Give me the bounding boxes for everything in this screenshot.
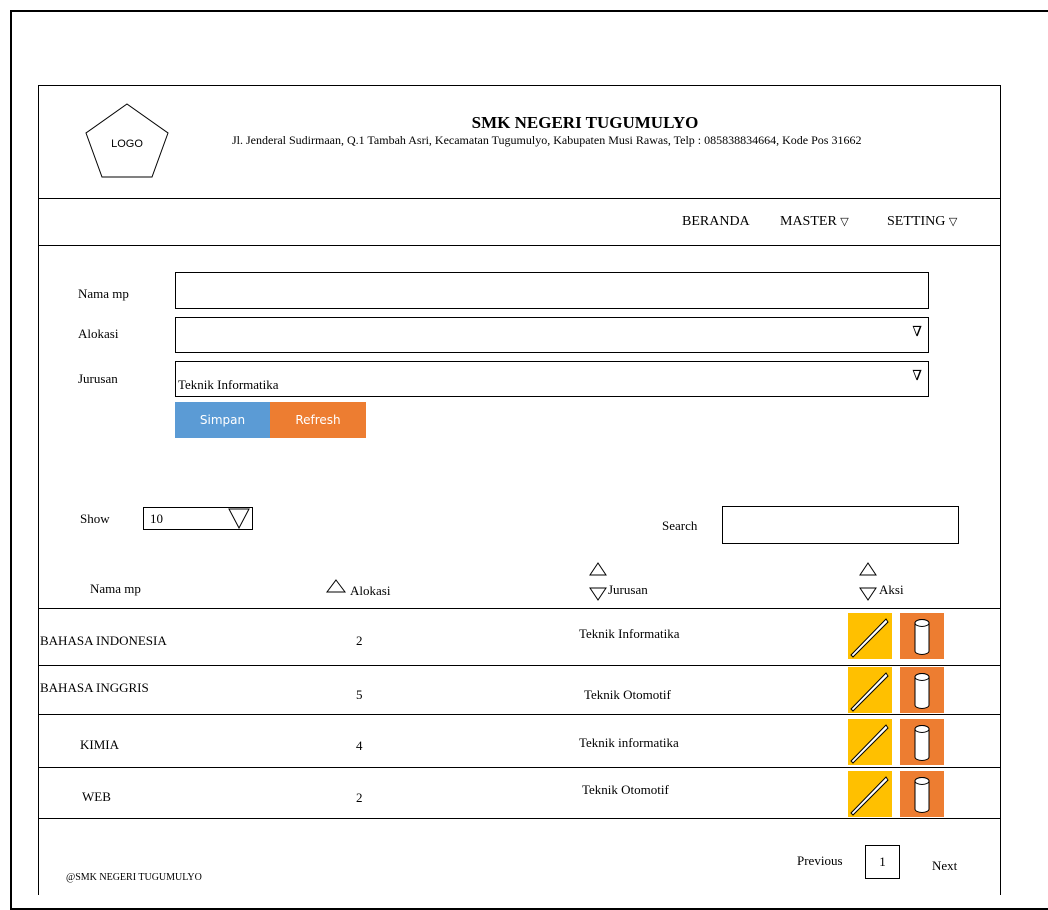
column-header-nama-mp[interactable]: Nama mp — [90, 581, 141, 597]
jurusan-value: Teknik Informatika — [178, 377, 279, 392]
nav-setting-label: SETTING — [887, 214, 946, 229]
nama-mp-label: Nama mp — [78, 286, 129, 301]
cell-alokasi: 4 — [356, 738, 363, 753]
pagination-next[interactable]: Next — [932, 858, 957, 874]
cell-jurusan: Teknik Otomotif — [584, 687, 671, 702]
alokasi-label: Alokasi — [78, 326, 119, 341]
trash-icon — [914, 777, 930, 813]
dropdown-arrow-icon — [228, 508, 250, 529]
chevron-down-icon: ▽ — [948, 216, 958, 228]
trash-icon — [914, 619, 930, 655]
pagination-page-1[interactable]: 1 — [865, 845, 900, 879]
column-header-aksi: Aksi — [879, 582, 904, 597]
show-label: Show — [80, 511, 110, 526]
show-entries-select[interactable]: 10 — [143, 507, 253, 530]
sort-up-icon[interactable] — [326, 579, 346, 593]
cell-jurusan: Teknik informatika — [579, 735, 679, 750]
cell-alokasi: 2 — [356, 633, 363, 648]
pagination-page-label: 1 — [879, 854, 886, 869]
alokasi-select[interactable]: ∇ — [175, 317, 929, 353]
delete-button[interactable] — [900, 771, 944, 817]
column-header-alokasi[interactable]: Alokasi — [350, 583, 390, 599]
delete-button[interactable] — [900, 719, 944, 765]
nav-beranda-label: BERANDA — [682, 214, 750, 229]
footer-copyright: @SMK NEGERI TUGUMULYO — [66, 872, 202, 883]
chevron-down-icon: ▽ — [840, 216, 849, 228]
pencil-icon — [850, 672, 889, 712]
jurusan-select[interactable]: Teknik Informatika ∇ — [175, 361, 929, 397]
dropdown-arrow-icon: ∇ — [912, 325, 922, 340]
trash-icon — [914, 725, 930, 761]
nav-master-label: MASTER — [780, 214, 837, 229]
edit-button[interactable] — [848, 771, 892, 817]
nav-setting[interactable]: SETTING ▽ — [887, 214, 957, 230]
nav-master[interactable]: MASTER ▽ — [780, 214, 849, 230]
logo: LOGO — [85, 103, 169, 178]
row-divider — [38, 818, 1001, 819]
search-input[interactable] — [722, 506, 959, 544]
delete-button[interactable] — [900, 613, 944, 659]
cell-nama-mp: WEB — [82, 789, 111, 804]
save-button[interactable]: Simpan — [175, 402, 270, 438]
school-name: SMK NEGERI TUGUMULYO — [471, 113, 699, 132]
nama-mp-input[interactable] — [175, 272, 929, 309]
sort-up-icon[interactable] — [859, 562, 877, 576]
trash-icon — [914, 673, 930, 709]
edit-button[interactable] — [848, 719, 892, 765]
dropdown-arrow-icon: ∇ — [912, 369, 922, 384]
school-address: Jl. Jenderal Sudirmaan, Q.1 Tambah Asri,… — [232, 133, 862, 147]
sort-up-icon[interactable] — [589, 562, 607, 576]
logo-text: LOGO — [111, 138, 143, 150]
cell-nama-mp: BAHASA INGGRIS — [40, 680, 149, 695]
pencil-icon — [850, 618, 889, 658]
show-entries-value: 10 — [150, 511, 163, 526]
jurusan-label: Jurusan — [78, 371, 118, 386]
refresh-button[interactable]: Refresh — [270, 402, 366, 438]
cell-alokasi: 2 — [356, 790, 363, 805]
cell-jurusan: Teknik Informatika — [579, 626, 680, 641]
search-label: Search — [662, 518, 698, 533]
nav-beranda[interactable]: BERANDA — [682, 214, 750, 230]
nav-divider — [38, 245, 1001, 246]
pencil-icon — [850, 776, 889, 816]
cell-jurusan: Teknik Otomotif — [582, 782, 669, 797]
edit-button[interactable] — [848, 667, 892, 713]
pagination-previous[interactable]: Previous — [797, 853, 843, 869]
cell-nama-mp: BAHASA INDONESIA — [40, 633, 167, 648]
cell-alokasi: 5 — [356, 687, 363, 702]
delete-button[interactable] — [900, 667, 944, 713]
sort-down-icon[interactable] — [859, 587, 877, 601]
pencil-icon — [850, 724, 889, 764]
column-header-jurusan[interactable]: Jurusan — [608, 582, 648, 598]
cell-nama-mp: KIMIA — [80, 737, 119, 752]
edit-button[interactable] — [848, 613, 892, 659]
header-divider — [38, 198, 1001, 199]
sort-down-icon[interactable] — [589, 587, 607, 601]
